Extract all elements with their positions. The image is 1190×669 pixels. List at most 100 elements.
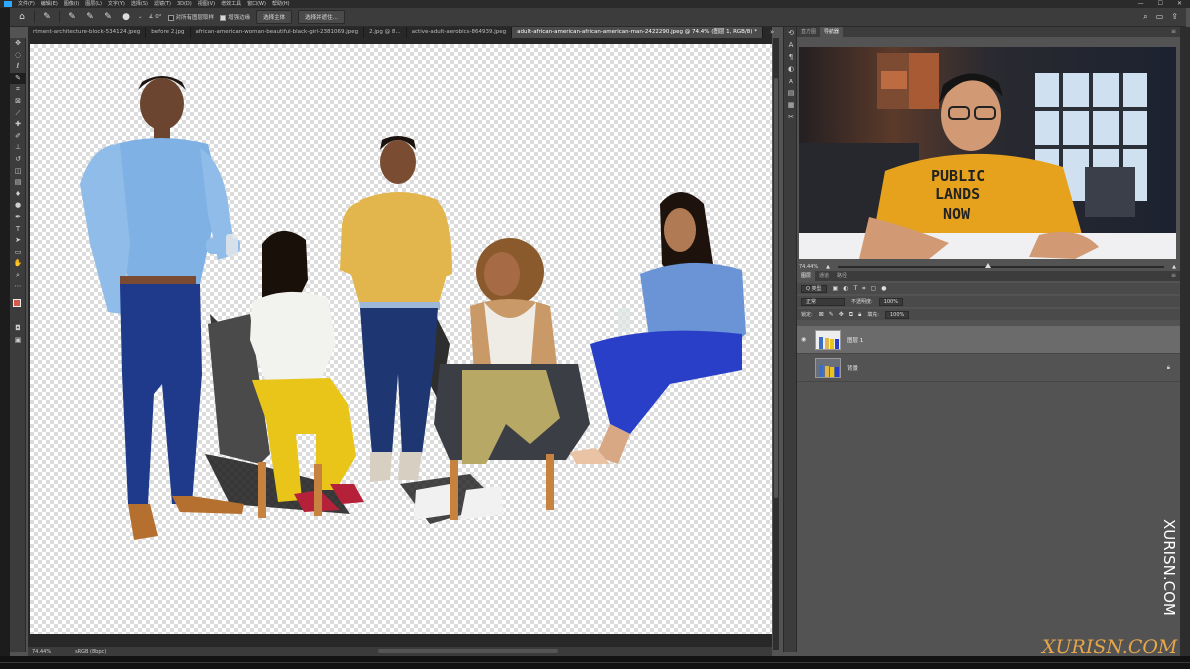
- pixel-filter-icon[interactable]: ▣: [833, 285, 839, 293]
- status-profile[interactable]: sRGB (8bpc): [75, 649, 106, 655]
- lock-position-icon[interactable]: ✥: [839, 311, 844, 319]
- select-subject-button[interactable]: 选择主体: [256, 10, 293, 24]
- more-tools-icon[interactable]: ⋯: [10, 281, 26, 293]
- marquee-tool-icon[interactable]: ◌: [10, 50, 26, 62]
- brush-size-icon[interactable]: ●: [120, 12, 132, 22]
- menu-window[interactable]: 窗口(W): [247, 0, 266, 8]
- layer-lock-icon[interactable]: 🔒︎: [1167, 364, 1170, 372]
- menu-file[interactable]: 文件(F): [18, 0, 35, 8]
- healing-tool-icon[interactable]: ✚: [10, 119, 26, 131]
- opacity-field[interactable]: 100%: [878, 297, 903, 306]
- close-icon[interactable]: ✕: [1177, 0, 1182, 8]
- menu-layer[interactable]: 图层(L): [85, 0, 102, 8]
- tab-navigator[interactable]: 导航器: [820, 27, 844, 37]
- lock-all-icon[interactable]: 🔒︎: [858, 311, 861, 319]
- zoom-out-icon[interactable]: ▲: [826, 264, 830, 270]
- menu-type[interactable]: 文字(Y): [108, 0, 125, 8]
- menu-view[interactable]: 视图(V): [198, 0, 215, 8]
- zoom-in-icon[interactable]: ▲: [1172, 264, 1176, 270]
- maximize-icon[interactable]: ☐: [1158, 0, 1163, 8]
- navigator-preview-video[interactable]: PUBLIC LANDS NOW: [799, 47, 1176, 259]
- layer-name[interactable]: 图层 1: [847, 336, 863, 344]
- screen-mode-icon[interactable]: ▣: [10, 335, 26, 347]
- menu-edit[interactable]: 编辑(E): [41, 0, 58, 8]
- brush-dropdown-icon[interactable]: ⌄: [138, 14, 143, 20]
- pen-tool-icon[interactable]: ✒: [10, 212, 26, 224]
- vertical-scrollbar[interactable]: [773, 38, 779, 650]
- tool-presets-icon[interactable]: ✂: [784, 111, 798, 123]
- shape-filter-icon[interactable]: ⌗: [862, 285, 865, 293]
- layer-kind-filter[interactable]: Q 类型: [801, 284, 827, 293]
- menu-plugins[interactable]: 增效工具: [221, 0, 241, 8]
- frame-tool-icon[interactable]: ⊠: [10, 96, 26, 108]
- tab-doc-1[interactable]: rtment-architecture-block-534124.jpeg: [28, 27, 147, 38]
- search-icon[interactable]: ⌕: [1143, 12, 1147, 22]
- tab-channels[interactable]: 通道: [815, 271, 833, 281]
- add-selection-icon[interactable]: ✎: [84, 12, 96, 22]
- home-icon[interactable]: ⌂: [16, 12, 28, 22]
- stamp-tool-icon[interactable]: ⊥: [10, 142, 26, 154]
- menu-3d[interactable]: 3D(D): [177, 0, 192, 8]
- vertical-scroll-thumb[interactable]: [774, 78, 778, 498]
- tab-histogram[interactable]: 直方图: [797, 27, 820, 37]
- tab-layers[interactable]: 图层: [797, 271, 816, 281]
- gradient-tool-icon[interactable]: ▤: [10, 177, 26, 189]
- angle-field[interactable]: ∡ 0°: [149, 14, 162, 20]
- crop-tool-icon[interactable]: ⌗: [10, 84, 26, 96]
- menu-select[interactable]: 选择(S): [131, 0, 148, 8]
- lock-artboard-icon[interactable]: ⧉: [849, 311, 853, 319]
- tab-doc-4[interactable]: 2.jpg @ 8...: [364, 27, 407, 38]
- character-icon[interactable]: A: [784, 39, 798, 51]
- tabs-overflow-icon[interactable]: »: [770, 28, 774, 36]
- zoom-slider[interactable]: [837, 263, 1165, 268]
- path-select-icon[interactable]: ➤: [10, 235, 26, 247]
- layer-name[interactable]: 背景: [847, 364, 858, 372]
- tab-paths[interactable]: 路径: [833, 271, 851, 281]
- zoom-slider-knob[interactable]: [984, 263, 991, 268]
- glyphs-icon[interactable]: ᴀ: [784, 75, 798, 87]
- libraries-icon[interactable]: ▦: [784, 99, 798, 111]
- share-icon[interactable]: ⇪: [1171, 12, 1178, 22]
- layer-row-background[interactable]: 背景 🔒︎: [797, 354, 1180, 382]
- subtract-selection-icon[interactable]: ✎: [102, 12, 114, 22]
- tab-doc-active[interactable]: adult-african-american-african-american-…: [512, 27, 763, 38]
- adjustments-icon[interactable]: ◐: [784, 63, 798, 75]
- blur-tool-icon[interactable]: ♦: [10, 189, 26, 201]
- history-brush-icon[interactable]: ↺: [10, 154, 26, 166]
- foreground-color-swatch[interactable]: [13, 299, 21, 308]
- minimize-icon[interactable]: —: [1138, 0, 1144, 8]
- history-icon[interactable]: ⟲: [784, 27, 798, 39]
- workspace-icon[interactable]: ▭: [1156, 12, 1164, 22]
- adjust-filter-icon[interactable]: ◐: [843, 285, 848, 293]
- filter-toggle-icon[interactable]: ●: [881, 285, 886, 293]
- lock-pixels-icon[interactable]: ✎: [829, 311, 834, 319]
- dodge-tool-icon[interactable]: ●: [10, 200, 26, 212]
- navigator-zoom-value[interactable]: 74.44%: [799, 264, 818, 270]
- type-filter-icon[interactable]: T: [853, 285, 857, 293]
- lasso-tool-icon[interactable]: ℓ: [10, 61, 26, 73]
- lock-transparent-icon[interactable]: ⊠: [819, 311, 824, 319]
- tab-doc-5[interactable]: active-adult-aerobics-864939.jpeg: [407, 27, 513, 38]
- type-tool-icon[interactable]: T: [10, 224, 26, 236]
- brush-tool-icon[interactable]: ✐: [10, 131, 26, 143]
- sample-all-checkbox[interactable]: 对所有图层取样: [167, 13, 214, 21]
- select-and-mask-button[interactable]: 选择并遮住...: [298, 10, 345, 24]
- eraser-tool-icon[interactable]: ◫: [10, 166, 26, 178]
- menu-help[interactable]: 帮助(H): [272, 0, 290, 8]
- eyedropper-tool-icon[interactable]: ⟋: [10, 108, 26, 120]
- canvas-area[interactable]: [28, 38, 772, 650]
- tab-doc-2[interactable]: before 2.jpg: [146, 27, 191, 38]
- shape-tool-icon[interactable]: ▭: [10, 247, 26, 259]
- tab-doc-3[interactable]: african-american-woman-beautiful-black-g…: [191, 27, 365, 38]
- paragraph-icon[interactable]: ¶: [784, 51, 798, 63]
- properties-icon[interactable]: ▤: [784, 87, 798, 99]
- zoom-tool-icon[interactable]: ⌕: [10, 270, 26, 282]
- fill-field[interactable]: 100%: [884, 310, 910, 319]
- menu-image[interactable]: 图像(I): [64, 0, 79, 8]
- quick-select-tool-icon[interactable]: ✎: [10, 72, 26, 85]
- status-zoom[interactable]: 74.44%: [32, 649, 51, 655]
- quick-mask-icon[interactable]: ◘: [10, 323, 26, 335]
- blend-mode-select[interactable]: 正常: [801, 297, 845, 306]
- new-selection-icon[interactable]: ✎: [66, 12, 78, 22]
- move-tool-icon[interactable]: ✥: [10, 38, 26, 50]
